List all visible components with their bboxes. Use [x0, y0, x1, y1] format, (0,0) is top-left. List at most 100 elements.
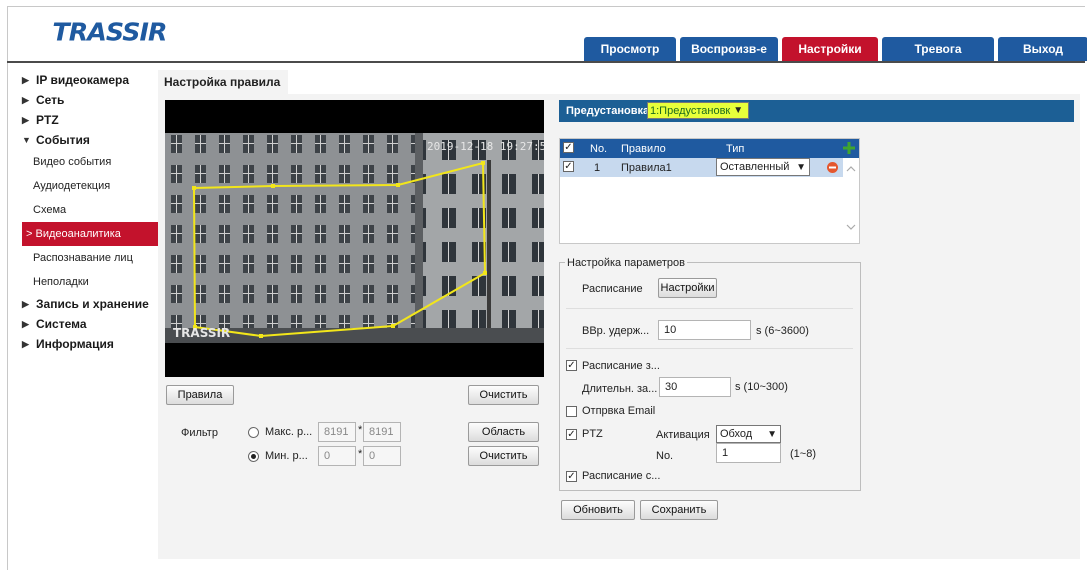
- sidebar-item-malfunctions[interactable]: Неполадки: [22, 270, 158, 294]
- hold-time-range: s (6~3600): [756, 325, 809, 337]
- preset-value: 1:Предустановк: [650, 104, 731, 117]
- ptz-no-range: (1~8): [790, 448, 816, 460]
- column-rule: Правило: [621, 143, 666, 155]
- sidebar-item-scheme[interactable]: Схема: [22, 198, 158, 222]
- column-no: No.: [590, 143, 608, 155]
- sidebar-item-audio-detection[interactable]: Аудиодетекция: [22, 174, 158, 198]
- ptz-checkbox[interactable]: ✓: [566, 429, 577, 440]
- tab-rule-setup[interactable]: Настройка правила: [158, 70, 288, 94]
- nav-tab-settings[interactable]: Настройки: [782, 37, 878, 61]
- sidebar-section-events[interactable]: ▼ События: [22, 130, 158, 150]
- schedule-snapshot-checkbox[interactable]: ✓: [566, 471, 577, 482]
- video-watermark: TRASSIR: [173, 326, 230, 340]
- nav-tab-exit[interactable]: Выход: [998, 37, 1087, 61]
- logo-text: TRASSIR: [52, 17, 166, 46]
- sidebar-item-video-analytics[interactable]: > Видеоаналитика: [22, 222, 158, 246]
- sidebar-section-label: Сеть: [36, 93, 65, 107]
- collapse-triangle-icon: ▼: [22, 135, 31, 145]
- min-width-field[interactable]: 0: [318, 446, 356, 466]
- divider: [566, 348, 853, 349]
- min-height-field[interactable]: 0: [363, 446, 401, 466]
- sidebar-section-network[interactable]: ▶ Сеть: [22, 90, 158, 110]
- times-sign: *: [358, 448, 363, 460]
- schedule-settings-button[interactable]: Настройки: [658, 278, 717, 298]
- update-button[interactable]: Обновить: [561, 500, 635, 520]
- schedule-record-checkbox[interactable]: ✓: [566, 360, 577, 371]
- duration-label: Длительн. за...: [582, 383, 658, 395]
- column-type: Тип: [726, 143, 745, 155]
- sidebar-section-ptz[interactable]: ▶ PTZ: [22, 110, 158, 130]
- sidebar-section-label: Запись и хранение: [36, 297, 149, 311]
- chevron-down-icon: ▼: [796, 161, 806, 173]
- add-rule-icon[interactable]: [843, 142, 855, 154]
- duration-input[interactable]: 30: [659, 377, 731, 397]
- sidebar-item-face-recognition[interactable]: Распознавание лиц: [22, 246, 158, 270]
- sidebar-section-info[interactable]: ▶ Информация: [22, 334, 158, 354]
- nav-divider: [7, 61, 1085, 63]
- email-label: Отпрвка Email: [582, 405, 656, 417]
- sidebar-section-ip-camera[interactable]: ▶ IP видеокамера: [22, 70, 158, 90]
- rule-row-no: 1: [594, 162, 601, 174]
- sidebar-section-label: PTZ: [36, 113, 59, 127]
- delete-rule-icon[interactable]: [827, 162, 838, 173]
- save-button[interactable]: Сохранить: [640, 500, 718, 520]
- email-checkbox[interactable]: [566, 406, 577, 417]
- max-width-field[interactable]: 8191: [318, 422, 356, 442]
- top-nav: Просмотр Воспроизв-е Настройки Тревога В…: [584, 37, 1087, 61]
- clear-rules-button[interactable]: Очистить: [468, 385, 539, 405]
- expand-triangle-icon: ▶: [22, 95, 29, 105]
- sidebar-section-system[interactable]: ▶ Система: [22, 314, 158, 334]
- rule-type-select[interactable]: Оставленный ▼: [716, 158, 810, 176]
- schedule-record-label: Расписание з...: [582, 360, 660, 372]
- nav-tab-alarm[interactable]: Тревога: [882, 37, 994, 61]
- chevron-down-icon: ▼: [733, 105, 744, 116]
- expand-triangle-icon: ▶: [22, 339, 29, 349]
- max-height-field[interactable]: 8191: [363, 422, 401, 442]
- video-preview[interactable]: 2019-12-18 19:27:50 TRASSIR: [165, 100, 544, 377]
- rule-row-checkbox[interactable]: ✓: [563, 161, 574, 172]
- ptz-no-input[interactable]: 1: [716, 443, 781, 463]
- activation-value: Обход: [720, 428, 753, 440]
- filter-label: Фильтр: [181, 427, 218, 439]
- filter-max-radio[interactable]: [248, 427, 259, 438]
- ptz-no-label: No.: [656, 450, 674, 462]
- trassir-logo: TRASSIR: [52, 17, 167, 46]
- nav-tab-view[interactable]: Просмотр: [584, 37, 676, 61]
- activation-select[interactable]: Обход ▼: [716, 425, 781, 443]
- nav-tab-playback[interactable]: Воспроизв-е: [680, 37, 778, 61]
- schedule-label: Расписание: [582, 283, 643, 295]
- sidebar: ▶ IP видеокамера ▶ Сеть ▶ PTZ ▼ События Виде…: [22, 70, 158, 354]
- expand-triangle-icon: ▶: [22, 115, 29, 125]
- expand-triangle-icon: ▶: [22, 299, 29, 309]
- sidebar-item-label: Видеоаналитика: [35, 228, 121, 240]
- times-sign: *: [358, 424, 363, 436]
- sidebar-item-video-events[interactable]: Видео события: [22, 150, 158, 174]
- schedule-snapshot-label: Расписание с...: [582, 470, 661, 482]
- rules-scrollbar[interactable]: [843, 158, 859, 243]
- filter-max-label: Макс. р...: [265, 426, 313, 438]
- sidebar-section-label: IP видеокамера: [36, 73, 130, 87]
- duration-range: s (10~300): [735, 381, 788, 393]
- video-timestamp: 2019-12-18 19:27:50: [427, 140, 544, 153]
- rules-button[interactable]: Правила: [166, 385, 234, 405]
- active-marker: >: [26, 228, 33, 240]
- hold-time-input[interactable]: 10: [658, 320, 751, 340]
- preset-select[interactable]: 1:Предустановк ▼: [647, 102, 750, 119]
- filter-min-radio[interactable]: [248, 451, 259, 462]
- sidebar-section-recording[interactable]: ▶ Запись и хранение: [22, 294, 158, 314]
- ptz-label: PTZ: [582, 428, 603, 440]
- sidebar-section-label: Система: [36, 317, 87, 331]
- hold-time-label: BBр. удерж...: [582, 325, 650, 337]
- expand-triangle-icon: ▶: [22, 319, 29, 329]
- clear-filter-button[interactable]: Очистить: [468, 446, 539, 466]
- scroll-up-icon[interactable]: [846, 166, 856, 172]
- filter-min-label: Мин. р...: [265, 450, 308, 462]
- area-button[interactable]: Область: [468, 422, 539, 442]
- rule-row-name: Правила1: [621, 162, 672, 174]
- select-all-checkbox[interactable]: ✓: [563, 142, 574, 153]
- activation-label: Активация: [656, 429, 710, 441]
- sidebar-section-label: Информация: [36, 337, 114, 351]
- scroll-down-icon[interactable]: [846, 224, 856, 230]
- divider: [566, 308, 853, 309]
- rule-type-value: Оставленный: [720, 161, 790, 173]
